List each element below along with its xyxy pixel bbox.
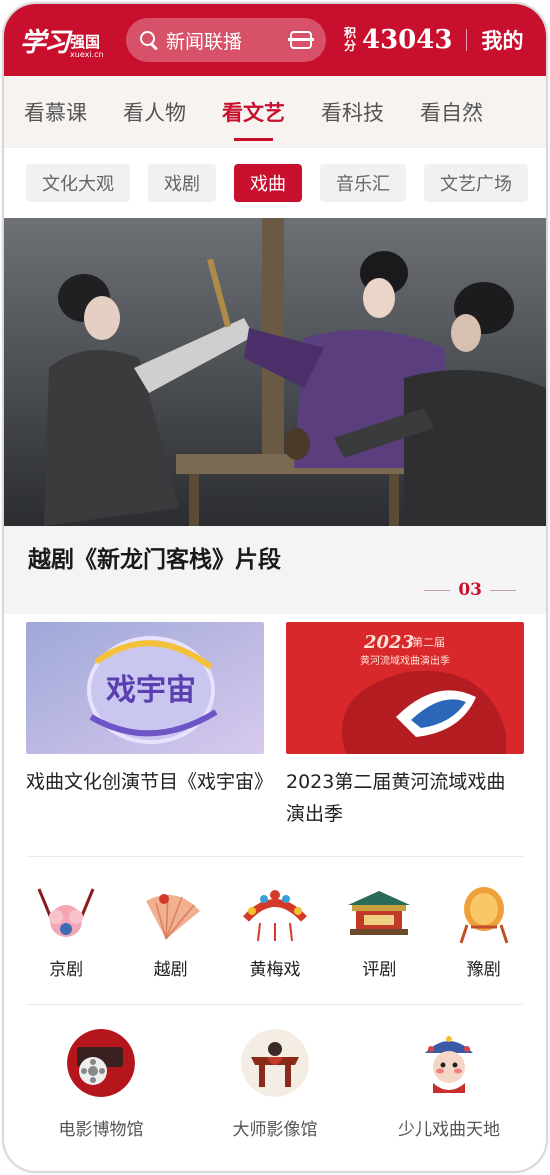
child-opera-mask-icon (415, 1029, 483, 1097)
opera-item-peking[interactable]: 京剧 (21, 883, 111, 980)
chip-opera[interactable]: 戏曲 (234, 164, 302, 202)
banner-title: 越剧《新龙门客栈》片段 (28, 546, 281, 573)
museum-label: 电影博物馆 (58, 1120, 144, 1140)
logo-side-text: 强国 (70, 32, 101, 51)
thumb-year: 2023 (363, 632, 414, 653)
museum-item-film[interactable]: 电影博物馆 (16, 1029, 186, 1140)
opera-label: 黄梅戏 (249, 960, 301, 980)
card-title: 2023第二届黄河流域戏曲演出季 (286, 771, 506, 825)
chip-drama[interactable]: 戏剧 (148, 164, 216, 202)
film-reel-icon (67, 1029, 135, 1097)
content-card[interactable]: 2023 第二届 黄河流域戏曲演出季 2023第二届黄河流域戏曲演出季 (286, 622, 524, 830)
opera-item-yu[interactable]: 豫剧 (439, 883, 529, 980)
pager-line-right (490, 589, 516, 591)
yue-opera-fan-icon (145, 894, 200, 940)
pager-line-left (424, 589, 451, 591)
card-thumbnail: 2023 第二届 黄河流域戏曲演出季 (286, 622, 524, 754)
points-label: 积分 (344, 26, 357, 53)
sub-category-chips: 文化大观 戏剧 戏曲 音乐汇 文艺广场 (4, 148, 546, 218)
header-divider (466, 29, 468, 51)
museum-list: 电影博物馆 大师影像馆 少儿戏曲天地 (4, 1005, 546, 1140)
opera-item-ping[interactable]: 评剧 (334, 883, 424, 980)
thumb-text-1: 戏宇宙 (105, 673, 196, 708)
scan-icon[interactable] (288, 31, 314, 49)
banner-image (4, 218, 546, 526)
chip-art-square[interactable]: 文艺广场 (424, 164, 528, 202)
banner-caption[interactable]: 越剧《新龙门客栈》片段 03 (4, 526, 546, 614)
chip-culture[interactable]: 文化大观 (26, 164, 130, 202)
opera-label: 京剧 (49, 960, 84, 980)
opera-label: 豫剧 (466, 960, 501, 980)
content-cards: 戏宇宙 戏曲文化创演节目《戏宇宙》 2023 第二届 黄河流域戏曲演出季 202… (4, 614, 546, 830)
peking-opera-headdress-icon (37, 888, 95, 937)
search-icon (140, 31, 158, 49)
stage-figure-icon (241, 1029, 309, 1097)
museum-label: 大师影像馆 (232, 1120, 318, 1140)
search-placeholder: 新闻联播 (166, 30, 243, 53)
featured-banner[interactable] (4, 218, 546, 526)
museum-label: 少儿戏曲天地 (398, 1120, 500, 1140)
thumb-edition: 第二届 (412, 635, 445, 649)
logo-url-text: xuexi.cn (70, 49, 104, 59)
logo-side: 强国 xuexi.cn (70, 34, 104, 59)
banner-pager: 03 (416, 580, 524, 600)
pager-number: 03 (458, 580, 482, 600)
opera-type-list: 京剧 越剧 黄梅戏 评剧 豫剧 (4, 857, 546, 980)
thumb-subtitle: 黄河流域戏曲演出季 (360, 654, 450, 667)
tab-science[interactable]: 看科技 (321, 97, 384, 127)
points-value: 43043 (362, 25, 453, 55)
opera-item-yue[interactable]: 越剧 (126, 883, 216, 980)
tab-arts[interactable]: 看文艺 (222, 97, 285, 141)
phone-frame: 学习 强国 xuexi.cn 新闻联播 积分 43043 我的 看慕课 看人物 … (4, 4, 546, 1171)
drum-icon (459, 887, 509, 944)
card-title: 戏曲文化创演节目《戏宇宙》 (26, 771, 274, 793)
museum-item-kids[interactable]: 少儿戏曲天地 (364, 1029, 534, 1140)
card-thumbnail: 戏宇宙 (26, 622, 264, 754)
search-bar[interactable]: 新闻联播 (126, 18, 326, 62)
app-logo[interactable]: 学习 强国 xuexi.cn (20, 22, 120, 59)
tab-people[interactable]: 看人物 (123, 97, 186, 127)
tab-mooc[interactable]: 看慕课 (24, 97, 87, 127)
pavilion-stage-icon (348, 891, 411, 935)
points-display[interactable]: 积分 43043 (344, 25, 452, 55)
museum-item-master[interactable]: 大师影像馆 (190, 1029, 360, 1140)
tab-nature[interactable]: 看自然 (420, 97, 483, 127)
category-tabs: 看慕课 看人物 看文艺 看科技 看自然 (4, 76, 546, 148)
opera-label: 越剧 (153, 960, 188, 980)
huangmei-headdress-icon (243, 890, 307, 942)
mine-button[interactable]: 我的 (481, 25, 523, 55)
logo-main-text: 学习 (20, 27, 70, 58)
top-bar: 学习 强国 xuexi.cn 新闻联播 积分 43043 我的 (4, 4, 546, 76)
content-card[interactable]: 戏宇宙 戏曲文化创演节目《戏宇宙》 (26, 622, 274, 830)
chip-music[interactable]: 音乐汇 (320, 164, 406, 202)
opera-label: 评剧 (362, 960, 397, 980)
opera-item-huangmei[interactable]: 黄梅戏 (230, 883, 320, 980)
